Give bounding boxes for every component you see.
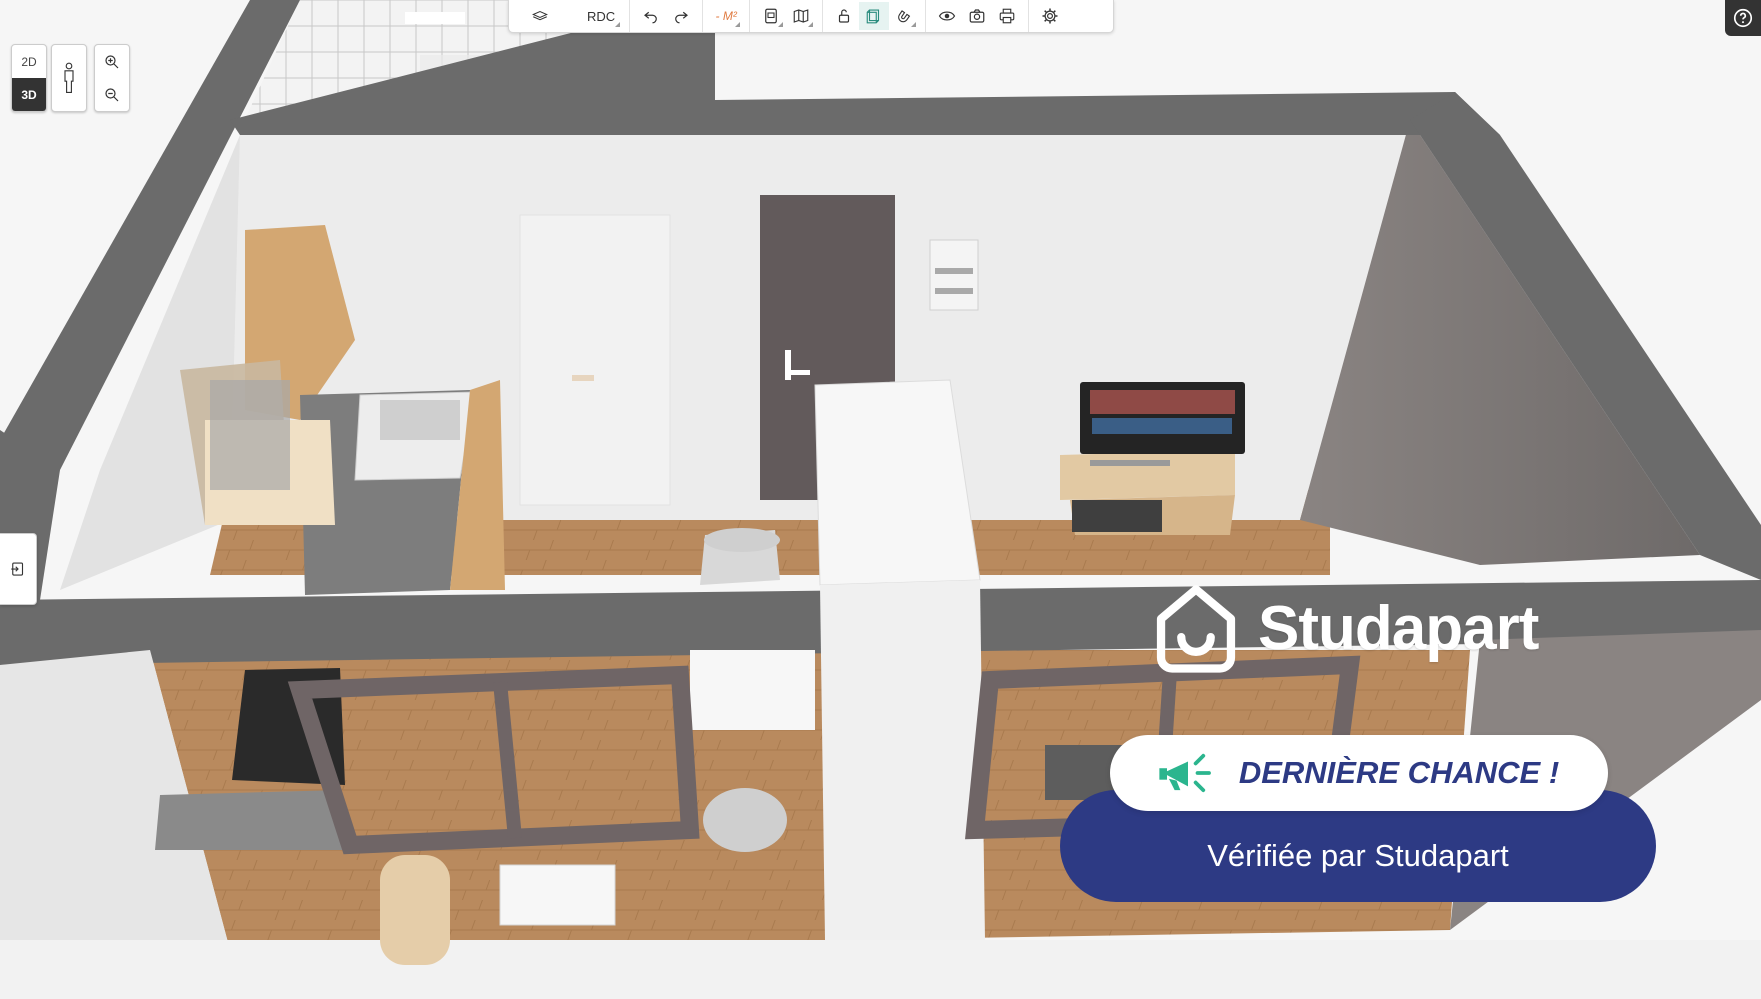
help-icon [1733,8,1753,28]
surface-button[interactable]: - M² [709,2,743,30]
first-person-button[interactable] [51,44,87,112]
radiator [499,864,616,926]
printer-icon [999,8,1015,24]
verified-text: Vérifiée par Studapart [1207,838,1509,873]
chair-lower [703,788,787,852]
electrical-panel [929,239,979,311]
magnet-button[interactable] [889,2,919,30]
view-3d-button[interactable]: 3D [12,78,46,111]
surface-label: - M² [715,9,737,23]
help-button[interactable] [1725,0,1761,36]
top-toolbar: RDC - M² [508,0,1114,33]
house-logo-icon [1156,585,1236,673]
trash-bin [380,855,450,965]
dining-table [690,650,815,730]
layers-icon [532,10,548,21]
zoom-controls [94,44,130,112]
level-label: RDC [587,8,616,24]
camera-icon [969,9,985,23]
level-selector[interactable]: RDC [515,2,623,30]
screenshot-button[interactable] [962,2,992,30]
last-chance-banner: DERNIÈRE CHANCE ! [1110,735,1608,811]
redo-button[interactable] [666,2,696,30]
print-button[interactable] [992,2,1022,30]
settings-button[interactable] [1035,2,1065,30]
eye-icon [938,11,956,21]
view-mode-toggle: 2D 3D [11,44,47,112]
view-2d-button[interactable]: 2D [12,45,46,78]
redo-icon [675,11,689,24]
unlock-icon [839,9,850,23]
zoom-out-icon [105,87,119,101]
undo-icon [644,11,658,24]
document-button[interactable] [756,2,786,30]
expand-panel-icon [11,562,24,576]
cube-icon [866,9,880,24]
zoom-in-icon [105,54,119,68]
document-icon [765,8,778,24]
person-icon [64,62,74,93]
studapart-logo: Studapart [1148,582,1539,674]
undo-button[interactable] [636,2,666,30]
map-button[interactable] [786,2,816,30]
gear-icon [1042,8,1058,24]
map-icon [793,9,809,23]
3d-walls-button[interactable] [859,2,890,30]
megaphone-icon [1159,753,1211,793]
zoom-out-button[interactable] [95,78,129,111]
interior-door [519,214,671,506]
last-chance-text: DERNIÈRE CHANCE ! [1238,755,1560,790]
lock-button[interactable] [829,2,859,30]
brand-name: Studapart [1258,593,1539,663]
tv-unit [1060,382,1245,535]
zoom-in-button[interactable] [95,45,129,78]
visibility-button[interactable] [932,2,962,30]
magnet-icon [898,10,911,23]
side-panel-toggle[interactable] [0,533,37,605]
